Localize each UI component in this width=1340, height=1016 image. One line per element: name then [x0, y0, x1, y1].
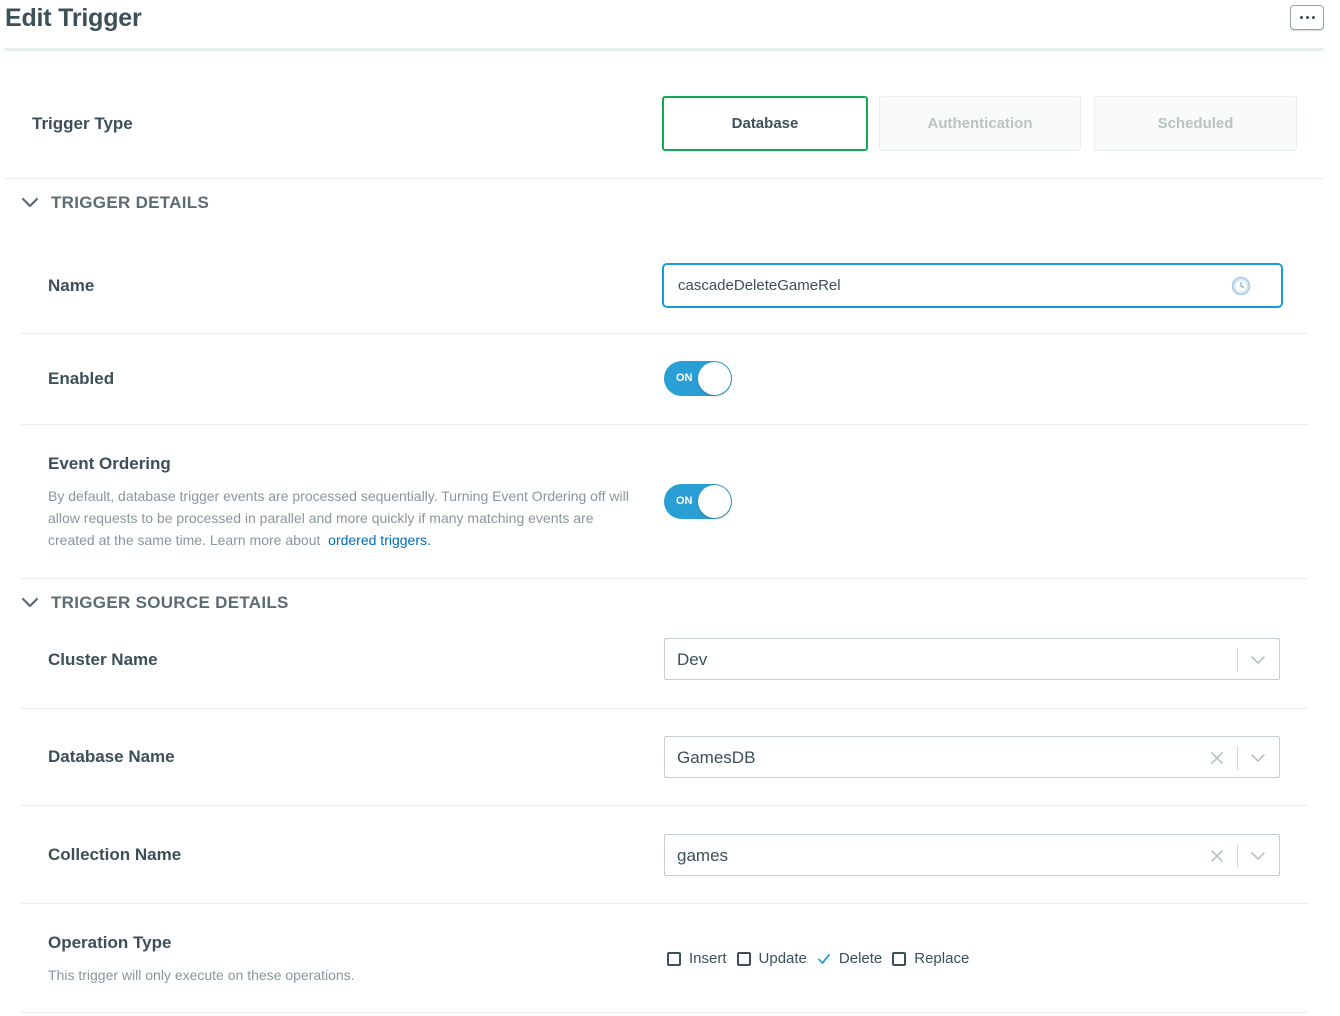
event-ordering-label: Event Ordering — [48, 454, 171, 473]
header-divider — [4, 48, 1324, 51]
chevron-down-icon[interactable] — [1250, 652, 1266, 668]
trigger-type-scheduled-button[interactable]: Scheduled — [1094, 96, 1297, 151]
divider — [21, 1012, 1308, 1013]
select-value: Dev — [677, 650, 708, 669]
collection-name-label: Collection Name — [48, 845, 182, 864]
update-checkbox[interactable] — [736, 951, 751, 966]
ellipsis-icon — [1311, 16, 1315, 19]
clock-icon[interactable] — [1231, 276, 1251, 296]
toggle-state-text: ON — [676, 495, 693, 507]
cluster-name-label: Cluster Name — [48, 650, 158, 669]
operation-delete-option[interactable]: Delete — [816, 950, 883, 967]
clear-icon[interactable] — [1210, 750, 1224, 766]
chevron-down-icon — [21, 197, 39, 208]
insert-checkbox[interactable] — [667, 951, 681, 966]
checkmark-icon — [817, 953, 830, 964]
divider — [4, 178, 1324, 179]
trigger-details-section-toggle[interactable]: TRIGGER DETAILS — [20, 193, 209, 213]
page-header: Edit Trigger — [0, 0, 1340, 52]
page-title: Edit Trigger — [5, 4, 142, 32]
divider — [21, 708, 1308, 709]
cluster-name-select[interactable]: Dev — [664, 638, 1280, 680]
name-field[interactable] — [662, 263, 1283, 308]
operation-type-checkboxes: Insert Update Delete Replace — [667, 950, 979, 967]
checkbox-label: Delete — [838, 950, 883, 967]
divider — [21, 424, 1308, 425]
operation-type-label: Operation Type — [48, 933, 172, 952]
event-ordering-description: By default, database trigger events are … — [48, 485, 640, 551]
operation-replace-option[interactable]: Replace — [892, 950, 969, 967]
trigger-type-authentication-button[interactable]: Authentication — [879, 96, 1081, 151]
divider — [21, 903, 1308, 904]
name-label: Name — [48, 276, 95, 295]
checkbox-label: Replace — [914, 950, 970, 967]
toggle-knob — [698, 485, 731, 518]
section-title: TRIGGER DETAILS — [51, 193, 210, 212]
trigger-source-details-section-toggle[interactable]: TRIGGER SOURCE DETAILS — [20, 593, 289, 613]
chevron-down-icon[interactable] — [1250, 848, 1266, 864]
divider — [21, 333, 1308, 334]
delete-checkbox[interactable] — [816, 951, 831, 966]
select-separator — [1237, 648, 1238, 672]
chevron-down-icon[interactable] — [1250, 750, 1266, 766]
replace-checkbox[interactable] — [892, 951, 907, 966]
trigger-type-database-button[interactable]: Database — [662, 96, 868, 151]
toggle-state-text: ON — [676, 372, 693, 384]
checkbox-label: Insert — [689, 950, 727, 967]
select-value: games — [677, 846, 729, 865]
select-separator — [1237, 746, 1238, 770]
select-value: GamesDB — [677, 748, 756, 767]
divider — [21, 578, 1308, 579]
more-options-button[interactable] — [1290, 5, 1324, 30]
operation-update-option[interactable]: Update — [736, 950, 807, 967]
trigger-type-label: Trigger Type — [32, 114, 133, 133]
event-ordering-toggle[interactable]: ON — [664, 484, 732, 519]
collection-name-select[interactable]: games — [664, 834, 1280, 876]
section-title: TRIGGER SOURCE DETAILS — [51, 593, 289, 612]
enabled-label: Enabled — [48, 369, 115, 388]
enabled-toggle[interactable]: ON — [664, 361, 732, 396]
database-name-select[interactable]: GamesDB — [664, 736, 1280, 778]
divider — [21, 805, 1308, 806]
ordered-triggers-link[interactable]: ordered triggers. — [328, 532, 431, 548]
checkbox-label: Update — [758, 950, 807, 967]
operation-insert-option[interactable]: Insert — [667, 950, 727, 967]
ellipsis-icon — [1305, 16, 1309, 19]
select-separator — [1237, 844, 1238, 868]
operation-type-description: This trigger will only execute on these … — [48, 967, 355, 983]
chevron-down-icon — [21, 597, 39, 608]
clear-icon[interactable] — [1210, 848, 1224, 864]
toggle-knob — [698, 362, 731, 395]
database-name-label: Database Name — [48, 747, 175, 766]
ellipsis-icon — [1299, 16, 1303, 19]
name-input[interactable] — [678, 265, 1218, 306]
